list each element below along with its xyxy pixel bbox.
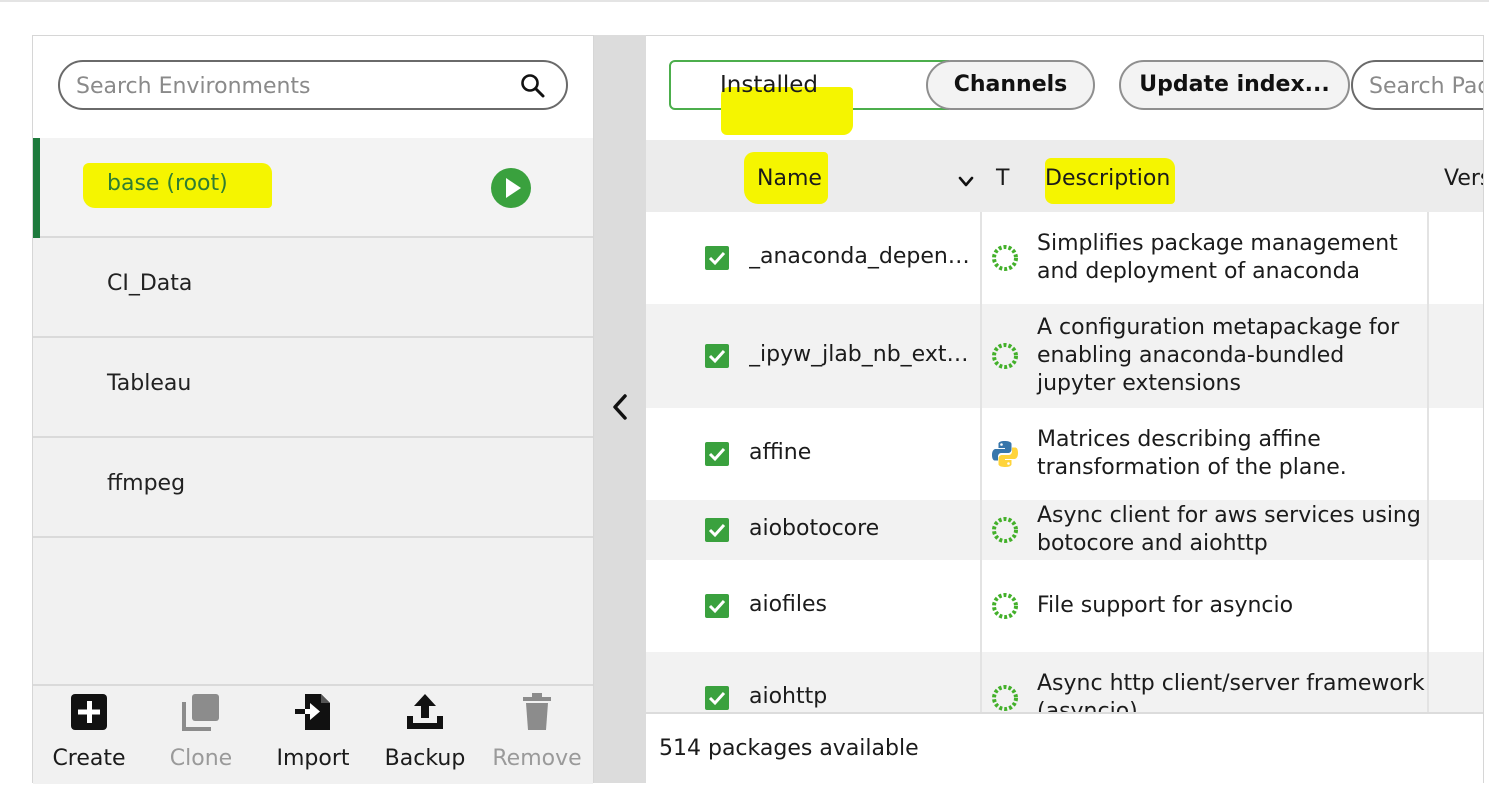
environment-label: Tableau bbox=[107, 371, 192, 396]
search-icon[interactable] bbox=[520, 73, 546, 103]
packages-table-body: _anaconda_depends Simplifies package man… bbox=[646, 212, 1483, 712]
environment-label: base (root) bbox=[107, 171, 228, 196]
packages-toolbar: Installed Channels Update index... Searc… bbox=[646, 36, 1483, 138]
packages-count-status: 514 packages available bbox=[659, 736, 919, 761]
package-description: Simplifies package management and deploy… bbox=[1037, 231, 1398, 284]
environment-search-area: Search Environments bbox=[33, 36, 593, 139]
chevron-left-icon[interactable] bbox=[610, 393, 630, 425]
trash-icon bbox=[517, 692, 557, 732]
column-divider bbox=[980, 212, 982, 712]
play-icon[interactable] bbox=[490, 167, 532, 213]
window-top-border bbox=[0, 0, 1489, 2]
panel-splitter[interactable] bbox=[594, 35, 646, 783]
checkbox-checked-icon[interactable] bbox=[705, 344, 729, 368]
upload-icon bbox=[405, 692, 445, 732]
column-header-version[interactable]: Version bbox=[1444, 166, 1483, 191]
package-name: affine bbox=[749, 440, 812, 465]
active-indicator bbox=[33, 138, 40, 238]
conda-ring-icon bbox=[990, 591, 1020, 621]
import-file-icon bbox=[293, 692, 333, 732]
environment-item-base-root[interactable]: base (root) bbox=[33, 138, 593, 238]
conda-ring-icon bbox=[990, 683, 1020, 712]
environment-search-input[interactable]: Search Environments bbox=[58, 60, 568, 110]
create-button[interactable]: Create bbox=[33, 686, 145, 784]
package-description: File support for asyncio bbox=[1037, 593, 1294, 618]
conda-ring-icon bbox=[990, 515, 1020, 545]
environment-item-ffmpeg[interactable]: ffmpeg bbox=[33, 438, 593, 538]
update-index-button[interactable]: Update index... bbox=[1119, 60, 1350, 110]
table-row[interactable]: aiofiles File support for asyncio bbox=[646, 560, 1483, 652]
remove-button[interactable]: Remove bbox=[481, 686, 593, 784]
clone-label: Clone bbox=[169, 746, 233, 771]
checkbox-checked-icon[interactable] bbox=[705, 686, 729, 710]
import-label: Import bbox=[276, 746, 350, 771]
environment-search-placeholder: Search Environments bbox=[76, 74, 311, 99]
environment-item-tableau[interactable]: Tableau bbox=[33, 338, 593, 438]
package-filter-select[interactable]: Installed bbox=[669, 60, 949, 135]
python-icon bbox=[990, 439, 1020, 469]
checkbox-checked-icon[interactable] bbox=[705, 246, 729, 270]
checkbox-checked-icon[interactable] bbox=[705, 518, 729, 542]
package-name: aiohttp bbox=[749, 684, 828, 709]
import-button[interactable]: Import bbox=[257, 686, 369, 784]
table-row[interactable]: affine Matrices describing affine transf… bbox=[646, 408, 1483, 500]
packages-table-header: Name T Description Version bbox=[646, 140, 1483, 212]
table-row[interactable]: aiobotocore Async client for aws service… bbox=[646, 500, 1483, 560]
package-name: aiobotocore bbox=[749, 516, 880, 541]
chevron-down-icon[interactable] bbox=[957, 170, 975, 195]
conda-ring-icon bbox=[990, 341, 1020, 371]
package-search-input[interactable]: Search Packages bbox=[1351, 60, 1483, 110]
plus-square-icon bbox=[69, 692, 109, 732]
package-search-placeholder: Search Packages bbox=[1369, 74, 1483, 99]
table-row[interactable]: _ipyw_jlab_nb_ext_conf A configuration m… bbox=[646, 304, 1483, 408]
clone-button[interactable]: Clone bbox=[145, 686, 257, 784]
column-header-name[interactable]: Name bbox=[757, 166, 822, 191]
backup-button[interactable]: Backup bbox=[369, 686, 481, 784]
package-name: aiofiles bbox=[749, 592, 828, 617]
remove-label: Remove bbox=[492, 746, 582, 771]
table-row[interactable]: aiohttp Async http client/server framewo… bbox=[646, 652, 1483, 712]
environment-actions-bar: Create Clone Import Backup Remove bbox=[33, 684, 593, 784]
package-description: Matrices describing affine transformatio… bbox=[1037, 427, 1347, 480]
package-description: A configuration metapackage for enabling… bbox=[1037, 315, 1400, 396]
packages-status-bar: 514 packages available bbox=[646, 712, 1483, 783]
backup-label: Backup bbox=[384, 746, 466, 771]
environments-panel: Search Environments base (root) CI_Data … bbox=[32, 35, 594, 784]
checkbox-checked-icon[interactable] bbox=[705, 442, 729, 466]
table-row[interactable]: _anaconda_depends Simplifies package man… bbox=[646, 212, 1483, 304]
environment-item-ci-data[interactable]: CI_Data bbox=[33, 238, 593, 338]
column-header-type[interactable]: T bbox=[996, 166, 1009, 191]
packages-panel: Installed Channels Update index... Searc… bbox=[646, 35, 1484, 783]
channels-button[interactable]: Channels bbox=[926, 60, 1095, 110]
conda-ring-icon bbox=[990, 243, 1020, 273]
environment-label: CI_Data bbox=[107, 271, 193, 296]
column-header-description[interactable]: Description bbox=[1045, 166, 1170, 191]
checkbox-checked-icon[interactable] bbox=[705, 594, 729, 618]
package-filter-value: Installed bbox=[720, 72, 818, 98]
package-name: _anaconda_depends bbox=[749, 244, 971, 269]
package-name: _ipyw_jlab_nb_ext_conf bbox=[749, 342, 971, 367]
create-label: Create bbox=[52, 746, 126, 771]
clone-icon bbox=[181, 692, 221, 732]
package-description: Async http client/server framework (asyn… bbox=[1037, 671, 1425, 712]
environment-label: ffmpeg bbox=[107, 471, 186, 496]
package-description: Async client for aws services using boto… bbox=[1037, 503, 1421, 556]
column-divider bbox=[1427, 212, 1429, 712]
